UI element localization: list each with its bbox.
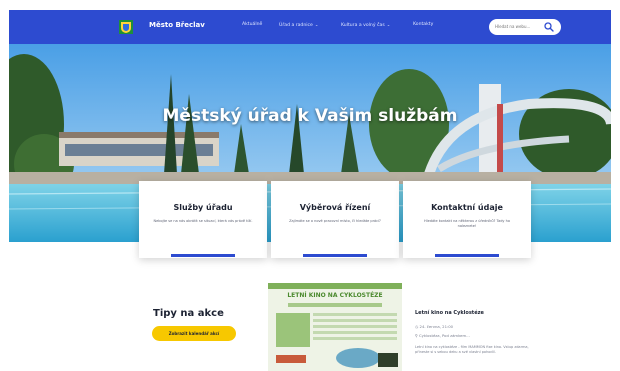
chevron-down-icon: ⌄ — [386, 22, 391, 27]
poster-title: LETNÍ KINO NA CYKLOSTÉZE — [287, 291, 382, 299]
card-kontaktni-udaje[interactable]: Kontaktní údaje Hledáte kontakt na někte… — [403, 181, 531, 258]
site-name-link[interactable]: Město Břeclav — [149, 21, 205, 29]
poster-image: LETNÍ KINO NA CYKLOSTÉZE — [268, 283, 402, 371]
card-text: Nebojte se na nás obrátit se situací, kt… — [153, 219, 253, 223]
card-text: Zajímáte se o nové pracovní místo, či hl… — [289, 219, 381, 223]
chevron-down-icon: ⌄ — [314, 22, 319, 27]
event-poster[interactable]: LETNÍ KINO NA CYKLOSTÉZE — [268, 283, 402, 371]
show-calendar-button[interactable]: Zobrazit kalendář akcí — [152, 326, 236, 341]
search-input[interactable] — [495, 22, 539, 31]
hero-title: Městský úřad k Vašim službám — [162, 106, 458, 126]
menu-label: Aktuálně — [242, 22, 263, 27]
search-icon[interactable] — [544, 22, 554, 32]
menu-label: Úřad a radnice — [279, 23, 313, 28]
menu-item-kultura[interactable]: Kultura a volný čas ⌄ — [341, 22, 390, 28]
event-date-text: 24. června, 21:00 — [419, 324, 454, 329]
menu-label: Kultura a volný čas — [341, 23, 385, 28]
menu-item-urad-a-radnice[interactable]: Úřad a radnice ⌄ — [279, 22, 318, 28]
card-accent-bar — [435, 254, 499, 257]
card-accent-bar — [303, 254, 367, 257]
search-box — [489, 19, 561, 35]
tips-heading: Tipy na akce — [153, 308, 224, 319]
event-title[interactable]: Letní kino na Cyklostéze — [415, 310, 484, 316]
card-title: Kontaktní údaje — [431, 203, 503, 212]
card-text: Hledáte kontakt na některou z úředníků? … — [424, 219, 510, 228]
card-title: Služby úřadu — [173, 203, 233, 212]
card-title: Výběrová řízení — [299, 203, 371, 212]
menu-item-aktualne[interactable]: Aktuálně — [242, 22, 262, 27]
event-place-text: Cyklostéza, Pod zámkem... — [419, 333, 470, 338]
card-vyberova-rizeni[interactable]: Výběrová řízení Zajímáte se o nové praco… — [271, 181, 399, 258]
card-sluzby-uradu[interactable]: Služby úřadu Nebojte se na nás obrátit s… — [139, 181, 267, 258]
city-coat-of-arms-icon[interactable] — [119, 20, 133, 34]
menu-item-kontakty[interactable]: Kontakty — [413, 22, 433, 27]
card-accent-bar — [171, 254, 235, 257]
event-description: Letní kino na cyklostéze - film MAMMON f… — [415, 345, 529, 354]
event-place: ⚲ Cyklostéza, Pod zámkem... — [415, 333, 470, 338]
top-navigation: Město Břeclav Aktuálně Úřad a radnice ⌄ K… — [9, 10, 611, 44]
event-date: ◷ 24. června, 21:00 — [415, 324, 453, 329]
menu-label: Kontakty — [413, 22, 434, 27]
